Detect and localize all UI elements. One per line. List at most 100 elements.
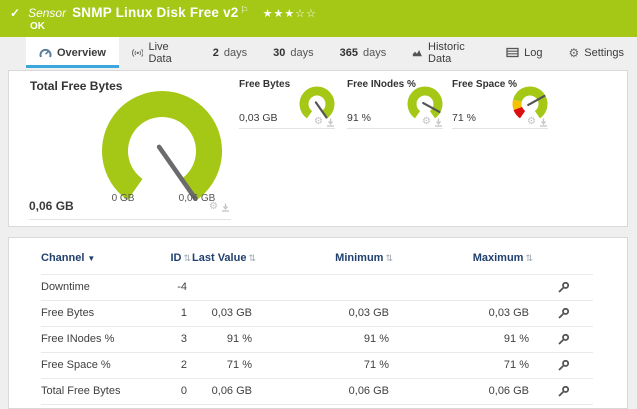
channels-table: Channel ▼ ID ⇅ Last Value ⇅ Minimum ⇅ Maximu… bbox=[41, 252, 593, 406]
sort-icon: ⇅ bbox=[248, 253, 256, 263]
gauge-group-free-inodes: Free INodes % 91 % ⚙ bbox=[347, 71, 443, 133]
tab-label: Log bbox=[524, 46, 543, 59]
log-icon bbox=[506, 47, 519, 58]
channel-settings-icon[interactable] bbox=[557, 281, 570, 294]
tab-30-days[interactable]: 30 days bbox=[260, 37, 327, 68]
cell-maximum: 0,03 GB bbox=[393, 299, 533, 327]
cell-last-value: 0,06 GB bbox=[191, 377, 256, 405]
gauge-group-free-bytes: Free Bytes 0,03 GB ⚙ bbox=[239, 71, 335, 133]
cell-maximum: 0,06 GB bbox=[393, 377, 533, 405]
cell-last-value bbox=[191, 273, 256, 301]
column-label: Maximum bbox=[472, 252, 524, 264]
cell-id: 2 bbox=[156, 351, 191, 379]
cell-maximum: 71 % bbox=[393, 351, 533, 379]
cell-channel[interactable]: Free Space % bbox=[41, 351, 156, 379]
channel-settings-icon[interactable] bbox=[557, 385, 570, 398]
pin-icon[interactable] bbox=[539, 118, 548, 127]
gauge-divider bbox=[239, 128, 335, 129]
table-row[interactable]: Free INodes % 3 91 % 91 % 91 % bbox=[41, 325, 593, 353]
gauge-divider bbox=[452, 128, 548, 129]
tab-label: days bbox=[223, 46, 248, 59]
tab-label: days bbox=[363, 46, 387, 59]
column-label: Last Value bbox=[192, 252, 247, 264]
cell-minimum bbox=[256, 273, 393, 301]
table-row[interactable]: Free Bytes 1 0,03 GB 0,03 GB 0,03 GB bbox=[41, 299, 593, 327]
channels-table-panel: Channel ▼ ID ⇅ Last Value ⇅ Minimum ⇅ Maximu… bbox=[8, 237, 628, 409]
table-row[interactable]: Free Space % 2 71 % 71 % 71 % bbox=[41, 351, 593, 379]
table-row[interactable]: Downtime -4 bbox=[41, 273, 593, 301]
tab-number: 30 bbox=[273, 46, 286, 59]
channel-settings-icon[interactable] bbox=[557, 307, 570, 320]
cell-last-value: 0,03 GB bbox=[191, 299, 256, 327]
column-header-maximum[interactable]: Maximum ⇅ bbox=[393, 252, 533, 274]
channel-settings-icon[interactable] bbox=[557, 333, 570, 346]
prtg-sensor-page: { "icons": { "check": "✓", "flag": "⚐", … bbox=[0, 0, 637, 409]
table-header-row: Channel ▼ ID ⇅ Last Value ⇅ Minimum ⇅ Maximu… bbox=[41, 252, 593, 274]
table-row[interactable]: Total Free Bytes 0 0,06 GB 0,06 GB 0,06 … bbox=[41, 377, 593, 405]
gauge-label: Free Bytes bbox=[239, 79, 291, 90]
gauge-tools: ⚙ bbox=[527, 117, 548, 127]
tab-label: Settings bbox=[584, 46, 624, 59]
cell-maximum: 91 % bbox=[393, 325, 533, 353]
status-check-icon: ✓ bbox=[10, 6, 21, 20]
priority-stars[interactable]: ★★★☆☆ bbox=[263, 7, 317, 20]
pin-icon[interactable] bbox=[221, 203, 230, 212]
sensor-title: SNMP Linux Disk Free v2 bbox=[72, 5, 239, 20]
cell-last-value: 91 % bbox=[191, 325, 256, 353]
cell-minimum: 71 % bbox=[256, 351, 393, 379]
channel-settings-icon[interactable] bbox=[557, 359, 570, 372]
live-signal-icon bbox=[132, 48, 144, 57]
column-header-id[interactable]: ID ⇅ bbox=[156, 252, 191, 274]
gear-icon[interactable]: ⚙ bbox=[314, 117, 323, 127]
tab-bar: Overview Live Data 2 days 30 days 365 da… bbox=[0, 37, 637, 68]
column-label: Minimum bbox=[335, 252, 384, 264]
main-gauge-tools: ⚙ bbox=[209, 202, 230, 212]
tab-365-days[interactable]: 365 days bbox=[327, 37, 400, 68]
sort-icon: ⇅ bbox=[525, 253, 533, 263]
tab-label: Historic Data bbox=[428, 40, 465, 65]
cell-channel[interactable]: Total Free Bytes bbox=[41, 377, 156, 405]
column-header-minimum[interactable]: Minimum ⇅ bbox=[256, 252, 393, 274]
sensor-kind-label: Sensor bbox=[28, 6, 67, 20]
cell-minimum: 0,06 GB bbox=[256, 377, 393, 405]
pin-icon[interactable] bbox=[326, 118, 335, 127]
chart-icon bbox=[413, 50, 423, 57]
cell-channel[interactable]: Free INodes % bbox=[41, 325, 156, 353]
gear-icon[interactable]: ⚙ bbox=[209, 202, 218, 212]
main-gauge-min-label: 0 GB bbox=[111, 193, 135, 204]
cell-id: 3 bbox=[156, 325, 191, 353]
column-header-last-value[interactable]: Last Value ⇅ bbox=[191, 252, 256, 274]
cell-minimum: 0,03 GB bbox=[256, 299, 393, 327]
table-bottom-border bbox=[41, 403, 593, 406]
tab-settings[interactable]: ⚙ Settings bbox=[555, 37, 637, 68]
tab-number: 2 bbox=[212, 46, 219, 59]
gear-icon[interactable]: ⚙ bbox=[422, 117, 431, 127]
cell-maximum bbox=[393, 273, 533, 301]
column-header-settings bbox=[533, 252, 593, 274]
tab-label: Overview bbox=[57, 46, 106, 59]
cell-channel[interactable]: Free Bytes bbox=[41, 299, 156, 327]
flag-icon[interactable]: ⚐ bbox=[241, 5, 249, 16]
tab-log[interactable]: Log bbox=[493, 37, 555, 68]
gauge-divider bbox=[347, 128, 443, 129]
pin-icon[interactable] bbox=[434, 118, 443, 127]
cell-minimum: 91 % bbox=[256, 325, 393, 353]
tab-label: days bbox=[290, 46, 314, 59]
tab-overview[interactable]: Overview bbox=[26, 37, 119, 68]
gear-icon: ⚙ bbox=[568, 45, 580, 60]
gear-icon[interactable]: ⚙ bbox=[527, 117, 536, 127]
sort-desc-icon: ▼ bbox=[87, 254, 96, 263]
cell-channel[interactable]: Downtime bbox=[41, 273, 156, 301]
sensor-header: ✓ Sensor SNMP Linux Disk Free v2 ⚐ ★★★☆☆… bbox=[0, 0, 637, 37]
main-gauge-value: 0,06 GB bbox=[29, 199, 74, 213]
tab-live-data[interactable]: Live Data bbox=[119, 37, 200, 68]
status-badge: OK bbox=[30, 21, 45, 32]
tab-2-days[interactable]: 2 days bbox=[200, 37, 260, 68]
gauge-tools: ⚙ bbox=[314, 117, 335, 127]
gauge-value: 71 % bbox=[452, 112, 476, 124]
tab-historic-data[interactable]: Historic Data bbox=[399, 37, 493, 68]
tab-label: Live Data bbox=[148, 40, 172, 65]
cell-id: -4 bbox=[156, 273, 191, 301]
column-header-channel[interactable]: Channel ▼ bbox=[41, 252, 156, 274]
gauge-value: 0,03 GB bbox=[239, 112, 278, 124]
